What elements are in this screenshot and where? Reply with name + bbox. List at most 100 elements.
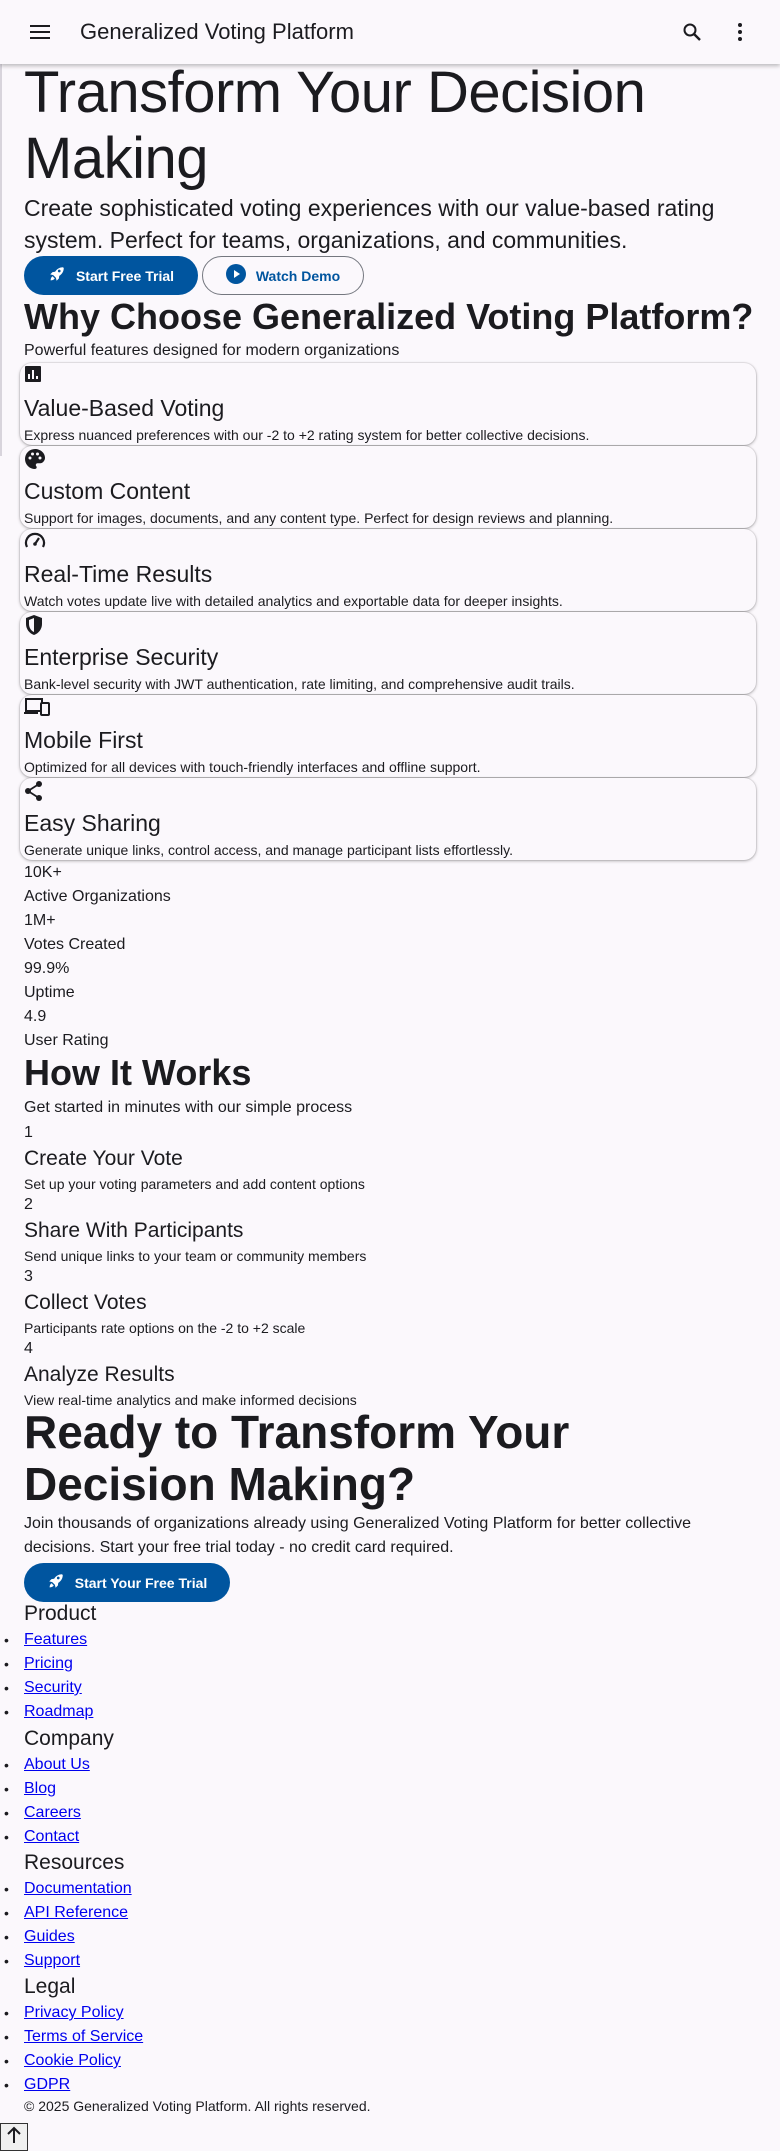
feature-title: Custom Content <box>24 478 191 504</box>
footer-list-product: Features Pricing Security Roadmap <box>0 1628 400 1724</box>
step-desc: Set up your voting parameters and add co… <box>24 1176 365 1192</box>
footer-heading-resources: Resources <box>24 1851 125 1874</box>
stat-label: Uptime <box>24 984 75 1001</box>
more-vert-icon[interactable] <box>728 18 752 46</box>
watch-demo-button[interactable]: Watch Demo <box>202 256 364 295</box>
footer-link-blog[interactable]: Blog <box>24 1780 56 1797</box>
feature-card-easy-sharing: Easy Sharing Generate unique links, cont… <box>20 778 756 860</box>
step-title: Collect Votes <box>24 1291 147 1314</box>
step-desc: Send unique links to your team or commun… <box>24 1248 367 1264</box>
feature-title: Real-Time Results <box>24 561 213 587</box>
stat-value: 1M+ <box>24 912 56 929</box>
shield-icon <box>24 614 46 636</box>
footer-list-resources: Documentation API Reference Guides Suppo… <box>0 1877 400 1973</box>
devices-icon <box>24 697 50 719</box>
footer-heading-company: Company <box>24 1727 114 1750</box>
footer-link-pricing[interactable]: Pricing <box>24 1655 73 1672</box>
feature-desc: Generate unique links, control access, a… <box>24 842 513 858</box>
list-item: Features <box>0 1628 400 1652</box>
hero-title: Transform Your Decision Making <box>24 60 646 191</box>
start-your-free-trial-label: Start Your Free Trial <box>74 1574 208 1591</box>
feature-desc: Optimized for all devices with touch-fri… <box>24 759 481 775</box>
cta-subtitle: Join thousands of organizations already … <box>24 1515 692 1556</box>
footer-link-roadmap[interactable]: Roadmap <box>24 1703 93 1720</box>
app-title: Generalized Voting Platform <box>80 19 354 44</box>
stat-value: 99.9% <box>24 960 70 977</box>
play-circle-icon <box>225 264 246 287</box>
how-it-works-subtitle: Get started in minutes with our simple p… <box>24 1099 353 1116</box>
list-item: Guides <box>0 1925 400 1949</box>
feature-card-custom-content: Custom Content Support for images, docum… <box>20 446 756 528</box>
footer-link-documentation[interactable]: Documentation <box>24 1880 132 1897</box>
analytics-icon <box>24 365 46 387</box>
stat-label: User Rating <box>24 1032 109 1049</box>
list-item: Cookie Policy <box>0 2049 400 2073</box>
feature-title: Mobile First <box>24 727 143 753</box>
list-item: GDPR <box>0 2073 400 2097</box>
stat-value: 4.9 <box>24 1008 47 1025</box>
footer-link-about-us[interactable]: About Us <box>24 1756 90 1773</box>
footer-link-cookie-policy[interactable]: Cookie Policy <box>24 2052 121 2069</box>
list-item: API Reference <box>0 1901 400 1925</box>
list-item: Careers <box>0 1801 400 1825</box>
feature-title: Easy Sharing <box>24 810 161 836</box>
start-free-trial-label: Start Free Trial <box>75 267 175 284</box>
menu-icon[interactable] <box>26 18 54 46</box>
feature-title: Enterprise Security <box>24 644 219 670</box>
side-edge <box>0 64 2 456</box>
step-number: 2 <box>24 1196 33 1213</box>
list-item: Blog <box>0 1777 400 1801</box>
footer-heading-product: Product <box>24 1602 97 1625</box>
feature-card-real-time-results: Real-Time Results Watch votes update liv… <box>20 529 756 611</box>
footer-heading-legal: Legal <box>24 1975 76 1998</box>
start-free-trial-button[interactable]: Start Free Trial <box>24 256 198 295</box>
feature-title: Value-Based Voting <box>24 395 225 421</box>
stat-value: 10K+ <box>24 864 62 881</box>
feature-desc: Support for images, documents, and any c… <box>24 510 614 526</box>
list-item: Support <box>0 1949 400 1973</box>
footer-link-privacy-policy[interactable]: Privacy Policy <box>24 2004 124 2021</box>
step-number: 4 <box>24 1340 33 1357</box>
footer-link-contact[interactable]: Contact <box>24 1828 79 1845</box>
features-subtitle: Powerful features designed for modern or… <box>24 342 400 359</box>
features-title: Why Choose Generalized Voting Platform? <box>24 296 754 337</box>
top-app-bar: Generalized Voting Platform <box>0 0 780 64</box>
feature-card-enterprise-security: Enterprise Security Bank-level security … <box>20 612 756 694</box>
list-item: Privacy Policy <box>0 2001 400 2025</box>
stat-label: Votes Created <box>24 936 126 953</box>
step-title: Create Your Vote <box>24 1147 183 1170</box>
feature-desc: Bank-level security with JWT authenticat… <box>24 676 575 692</box>
footer-link-security[interactable]: Security <box>24 1679 82 1696</box>
footer-link-support[interactable]: Support <box>24 1952 80 1969</box>
footer-link-careers[interactable]: Careers <box>24 1804 81 1821</box>
feature-card-mobile-first: Mobile First Optimized for all devices w… <box>20 695 756 777</box>
share-icon <box>24 780 46 802</box>
step-desc: Participants rate options on the -2 to +… <box>24 1320 306 1336</box>
cta-title: Ready to Transform Your Decision Making? <box>24 1406 570 1510</box>
footer-link-gdpr[interactable]: GDPR <box>24 2076 70 2093</box>
footer-list-company: About Us Blog Careers Contact <box>0 1753 400 1849</box>
copyright-text: © 2025 Generalized Voting Platform. All … <box>24 2098 371 2114</box>
feature-card-value-based-voting: Value-Based Voting Express nuanced prefe… <box>20 363 756 445</box>
watch-demo-label: Watch Demo <box>255 267 341 284</box>
list-item: Contact <box>0 1825 400 1849</box>
search-icon[interactable] <box>678 18 706 46</box>
step-title: Share With Participants <box>24 1219 244 1242</box>
start-your-free-trial-button[interactable]: Start Your Free Trial <box>24 1563 230 1602</box>
footer-link-guides[interactable]: Guides <box>24 1928 75 1945</box>
list-item: Terms of Service <box>0 2025 400 2049</box>
how-it-works-title: How It Works <box>24 1052 252 1093</box>
footer-link-api-reference[interactable]: API Reference <box>24 1904 128 1921</box>
list-item: About Us <box>0 1753 400 1777</box>
footer-list-legal: Privacy Policy Terms of Service Cookie P… <box>0 2001 400 2097</box>
scroll-to-top-button[interactable] <box>0 2123 28 2151</box>
footer-link-terms-of-service[interactable]: Terms of Service <box>24 2028 143 2045</box>
footer-link-features[interactable]: Features <box>24 1631 87 1648</box>
step-number: 3 <box>24 1268 33 1285</box>
feature-desc: Watch votes update live with detailed an… <box>24 593 563 609</box>
stat-label: Active Organizations <box>24 888 171 905</box>
list-item: Security <box>0 1676 400 1700</box>
list-item: Roadmap <box>0 1700 400 1724</box>
rocket-icon <box>47 1572 65 1593</box>
hero-subtitle: Create sophisticated voting experiences … <box>24 195 715 253</box>
